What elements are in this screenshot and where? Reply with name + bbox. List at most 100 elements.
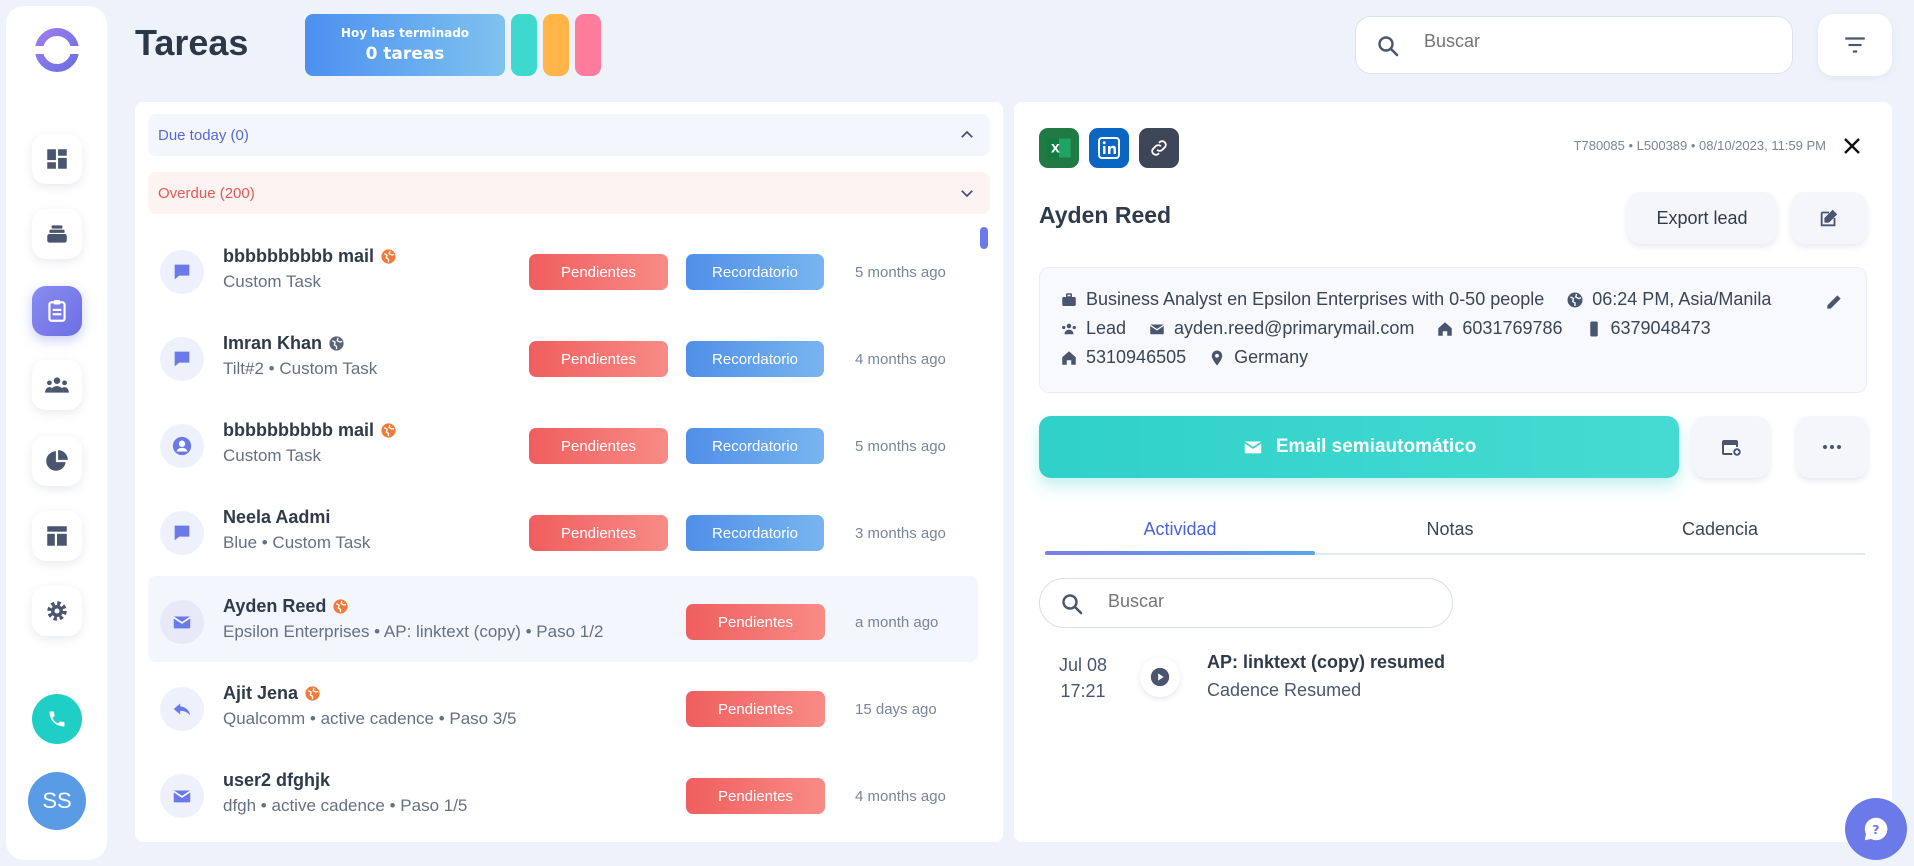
task-time: 15 days ago [855, 701, 937, 718]
lead-mobile[interactable]: 6379048473 [1611, 318, 1711, 339]
task-name[interactable]: Imran Khan [223, 333, 322, 354]
tab-notas[interactable]: Notas [1315, 519, 1585, 540]
status-badge[interactable]: Pendientes [529, 341, 668, 377]
nav-team[interactable] [32, 360, 82, 410]
lead-name: Ayden Reed [1039, 202, 1172, 228]
task-subtitle: Custom Task [223, 272, 321, 291]
team-icon [45, 377, 69, 393]
user-avatar[interactable]: SS [28, 772, 86, 830]
scrollbar-thumb[interactable] [980, 227, 988, 249]
chat-icon [160, 250, 204, 294]
task-name[interactable]: user2 dfghjk [223, 770, 330, 791]
lead-country: Germany [1234, 347, 1309, 367]
help-button[interactable]: ? [1845, 798, 1907, 860]
chevron-up-icon[interactable] [958, 126, 976, 144]
dashboard-icon [47, 149, 67, 169]
nav-reports[interactable] [32, 436, 82, 486]
globe-icon [1567, 292, 1583, 307]
task-name[interactable]: bbbbbbbbbb mail [223, 420, 374, 441]
status-badge[interactable]: Pendientes [686, 778, 825, 814]
search-box[interactable] [1355, 16, 1793, 74]
nav-dashboard[interactable] [32, 134, 82, 184]
briefcase-icon [1062, 292, 1076, 306]
section-due-label: Due today (0) [158, 126, 249, 144]
filter-button[interactable] [1818, 14, 1892, 76]
activity-day: Jul 08 [1059, 655, 1108, 675]
done-today-count: 0 tareas [365, 44, 445, 64]
task-row[interactable]: bbbbbbbbbb mail Custom Task Pendientes R… [148, 400, 978, 486]
task-subtitle: Blue • Custom Task [223, 533, 371, 552]
app-logo-icon[interactable] [33, 26, 81, 74]
semiauto-email-button[interactable]: Email semiautomático [1039, 416, 1679, 478]
mail-icon [160, 774, 204, 818]
phone-icon [49, 711, 65, 727]
status-badge[interactable]: Pendientes [686, 691, 825, 727]
section-due-today[interactable]: Due today (0) [148, 114, 990, 156]
more-options-button[interactable] [1796, 416, 1868, 478]
task-row[interactable]: Neela Aadmi Blue • Custom Task Pendiente… [148, 487, 978, 573]
schedule-button[interactable] [1692, 416, 1770, 478]
mail-icon [1243, 441, 1262, 454]
tab-actividad[interactable]: Actividad [1045, 519, 1315, 540]
search-input[interactable] [1424, 31, 1764, 52]
pencil-icon[interactable] [1824, 292, 1844, 312]
task-name[interactable]: Ayden Reed [223, 596, 326, 617]
mobile-icon [1589, 321, 1598, 336]
chat-icon [160, 511, 204, 555]
svg-text:?: ? [1872, 822, 1879, 837]
task-row-selected[interactable]: Ayden Reed Epsilon Enterprises • AP: lin… [148, 576, 978, 662]
nav-tasks[interactable] [32, 286, 82, 336]
reminder-badge[interactable]: Recordatorio [686, 254, 824, 290]
activity-subtitle: Cadence Resumed [1207, 680, 1362, 700]
status-badge[interactable]: Pendientes [529, 515, 668, 551]
reminder-badge[interactable]: Recordatorio [686, 341, 824, 377]
task-row[interactable]: bbbbbbbbbb mail Custom Task Pendientes R… [148, 226, 978, 312]
sidebar: SS [6, 6, 107, 860]
activity-search-input[interactable] [1108, 591, 1408, 612]
status-badge[interactable]: Pendientes [686, 604, 825, 640]
stat-pill-pink[interactable] [575, 14, 601, 76]
close-icon[interactable] [1840, 134, 1864, 158]
edit-lead-button[interactable] [1791, 192, 1867, 244]
lead-phone-2[interactable]: 5310946505 [1086, 347, 1186, 368]
excel-icon[interactable]: X [1039, 128, 1079, 168]
status-badge[interactable]: Pendientes [529, 428, 668, 464]
reminder-badge[interactable]: Recordatorio [686, 515, 824, 551]
tab-cadencia[interactable]: Cadencia [1585, 519, 1855, 540]
nav-layout[interactable] [32, 511, 82, 561]
task-time: 3 months ago [855, 525, 946, 542]
user-icon [160, 424, 204, 468]
pie-chart-icon [46, 450, 68, 471]
task-row[interactable]: Imran Khan Tilt#2 • Custom Task Pendient… [148, 313, 978, 399]
lead-phone[interactable]: 6031769786 [1462, 318, 1562, 339]
stat-pill-orange[interactable] [543, 14, 569, 76]
activity-search-box[interactable] [1039, 578, 1453, 628]
linkedin-icon[interactable] [1089, 128, 1129, 168]
stat-pill-teal[interactable] [511, 14, 537, 76]
nav-settings[interactable] [32, 586, 82, 636]
nav-stack[interactable] [32, 209, 82, 259]
filter-icon [1845, 37, 1865, 53]
activity-date: Jul 08 17:21 [1059, 652, 1107, 704]
task-name[interactable]: bbbbbbbbbb mail [223, 246, 374, 267]
task-time: 4 months ago [855, 788, 946, 805]
link-icon[interactable] [1139, 128, 1179, 168]
task-row[interactable]: user2 dfghjk dfgh • active cadence • Pas… [148, 750, 978, 836]
status-badge[interactable]: Pendientes [529, 254, 668, 290]
task-row[interactable]: Ajit Jena Qualcomm • active cadence • Pa… [148, 663, 978, 749]
section-overdue[interactable]: Overdue (200) [148, 172, 990, 214]
task-name[interactable]: Ajit Jena [223, 683, 298, 704]
reminder-badge[interactable]: Recordatorio [686, 428, 824, 464]
task-name[interactable]: Neela Aadmi [223, 507, 330, 528]
active-tab-indicator [1045, 551, 1315, 555]
globe-icon [333, 599, 348, 614]
lead-email[interactable]: ayden.reed@primarymail.com [1174, 318, 1414, 339]
phone-button[interactable] [32, 694, 82, 744]
globe-icon [305, 686, 320, 701]
lead-meta-id: T780085 • L500389 • 08/10/2023, 11:59 PM [1573, 138, 1826, 153]
export-lead-button[interactable]: Export lead [1627, 192, 1777, 244]
task-time: 5 months ago [855, 264, 946, 281]
chevron-down-icon[interactable] [958, 184, 976, 202]
task-list-panel: Due today (0) Overdue (200) bbbbbbbbbb m… [135, 102, 1003, 842]
globe-icon [381, 249, 396, 264]
